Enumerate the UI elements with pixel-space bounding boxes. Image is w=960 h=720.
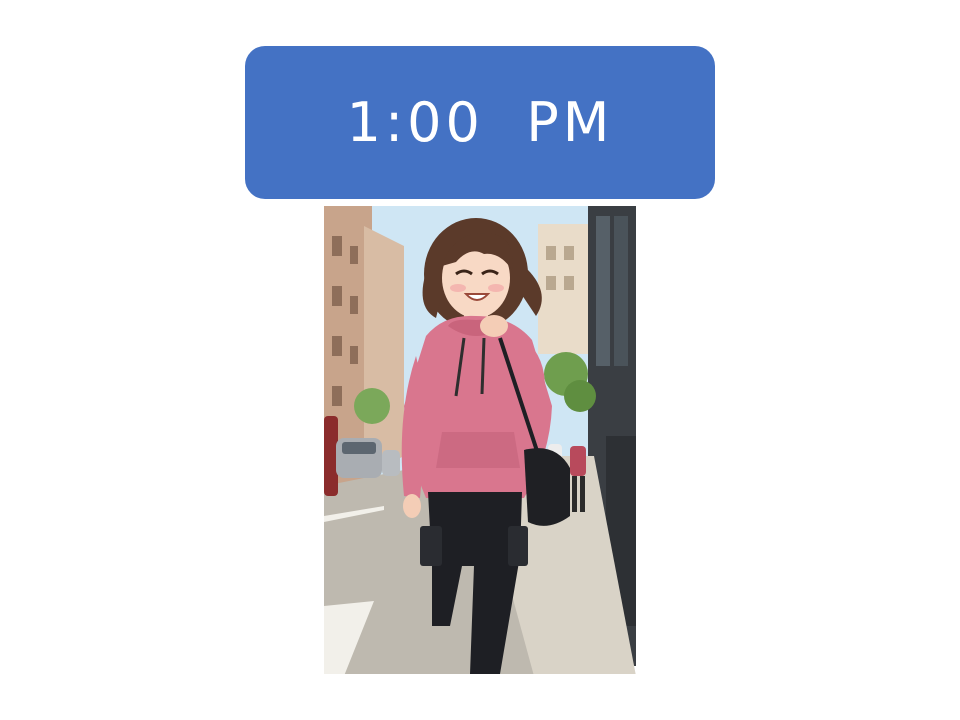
slide-canvas: 1:00 PM xyxy=(0,0,960,720)
time-label: 1:00 PM xyxy=(346,91,614,154)
street-scene-icon xyxy=(324,206,636,674)
car-red xyxy=(324,416,338,496)
bag-icon xyxy=(524,448,570,526)
illustration-image xyxy=(324,206,636,674)
time-banner: 1:00 PM xyxy=(245,46,715,199)
tree xyxy=(354,388,390,424)
